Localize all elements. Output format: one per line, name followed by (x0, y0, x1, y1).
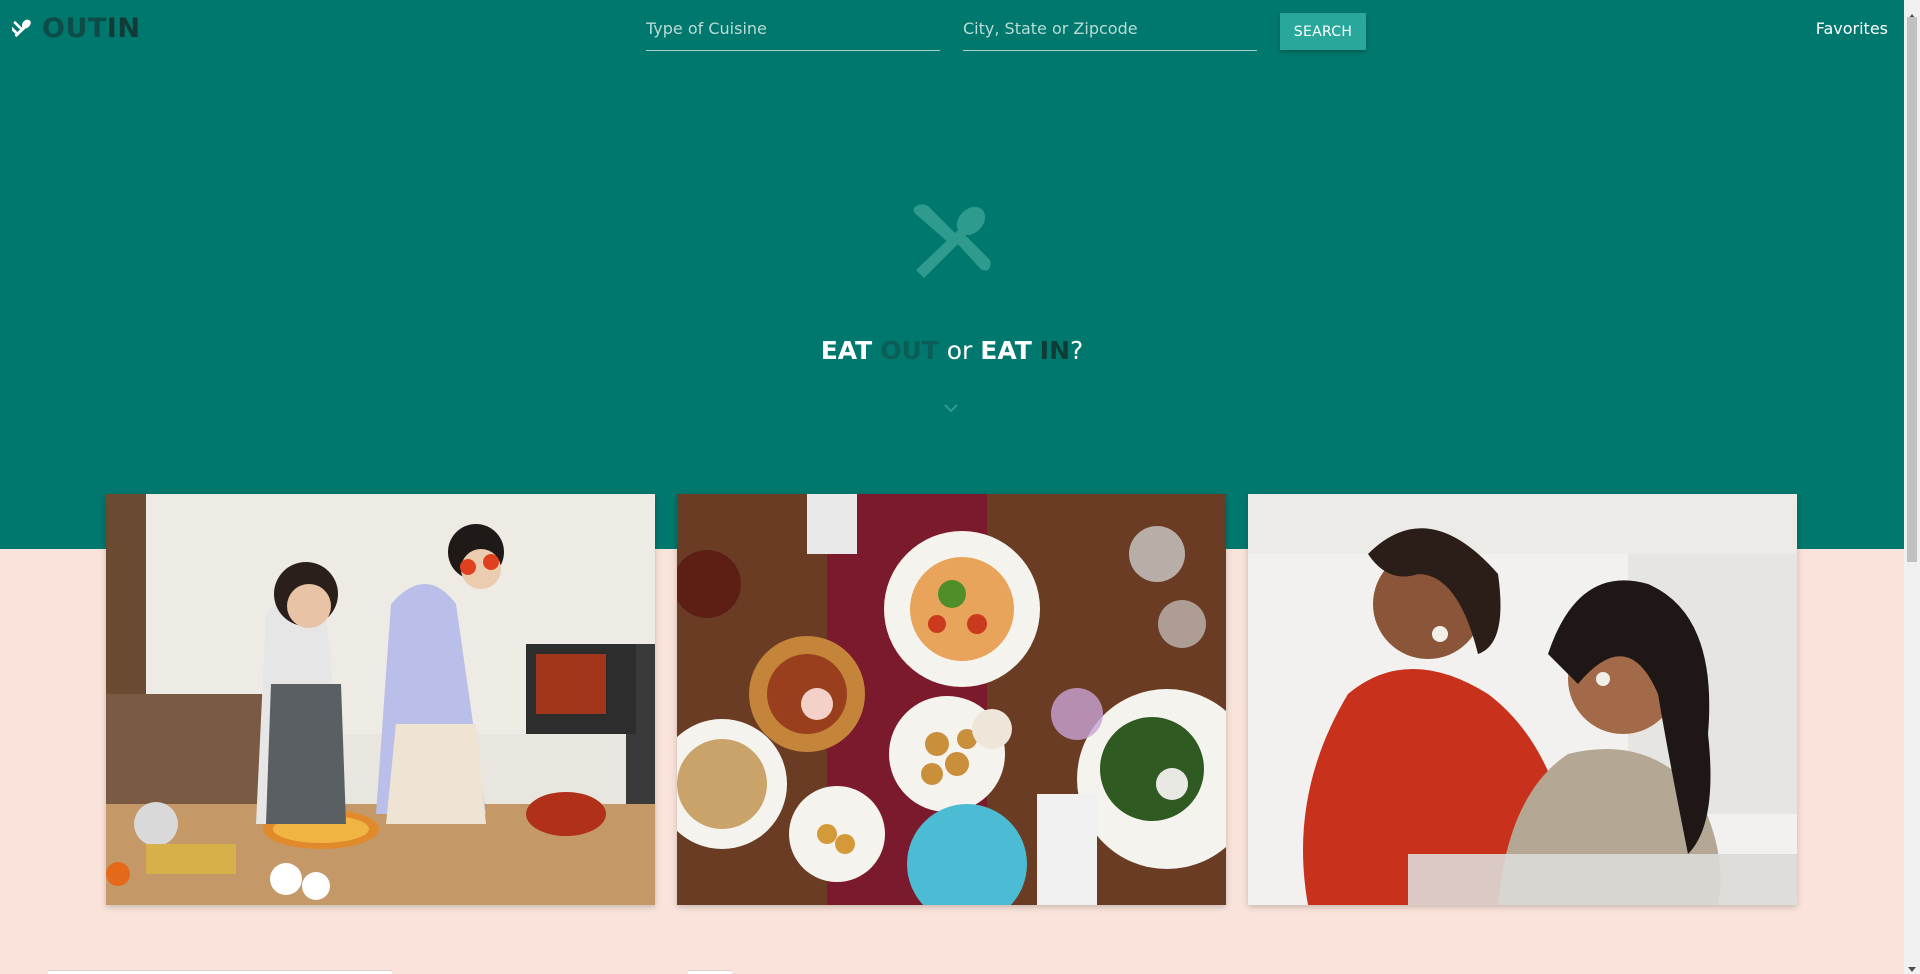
tagline-out: OUT (880, 336, 939, 365)
next-section-edge (688, 970, 732, 974)
tagline-or: or (946, 336, 973, 365)
location-search-wrap (963, 14, 1257, 51)
page-scrollbar[interactable] (1904, 0, 1920, 974)
brand-name-out: OUT (42, 13, 107, 44)
tagline-eat-2: EAT (980, 336, 1032, 365)
table-dishes-photo[interactable] (677, 494, 1226, 905)
cuisine-search-wrap (646, 14, 940, 51)
cooking-together-photo[interactable] (106, 494, 655, 905)
brand-logo[interactable]: OUTIN (12, 12, 140, 46)
hero-tagline: EAT OUT or EAT IN? (0, 336, 1904, 365)
baking-family-photo[interactable] (1248, 494, 1797, 905)
brand-name-in: IN (106, 13, 141, 44)
cuisine-input[interactable] (646, 14, 940, 51)
utensils-crossed-icon (912, 202, 992, 282)
utensils-crossed-icon (12, 19, 32, 39)
location-input[interactable] (963, 14, 1257, 51)
top-navbar: OUTIN SEARCH Favorites (0, 0, 1904, 62)
scrollbar-thumb[interactable] (1907, 17, 1917, 562)
tagline-eat-1: EAT (820, 336, 873, 365)
scroll-down-arrow-icon[interactable] (1908, 958, 1916, 974)
favorites-link[interactable]: Favorites (1816, 19, 1888, 38)
next-section-edge (48, 970, 392, 974)
search-button[interactable]: SEARCH (1280, 13, 1366, 50)
chevron-down-icon[interactable] (944, 398, 958, 417)
tagline-question-mark: ? (1070, 336, 1084, 365)
tagline-in: IN (1039, 336, 1071, 365)
